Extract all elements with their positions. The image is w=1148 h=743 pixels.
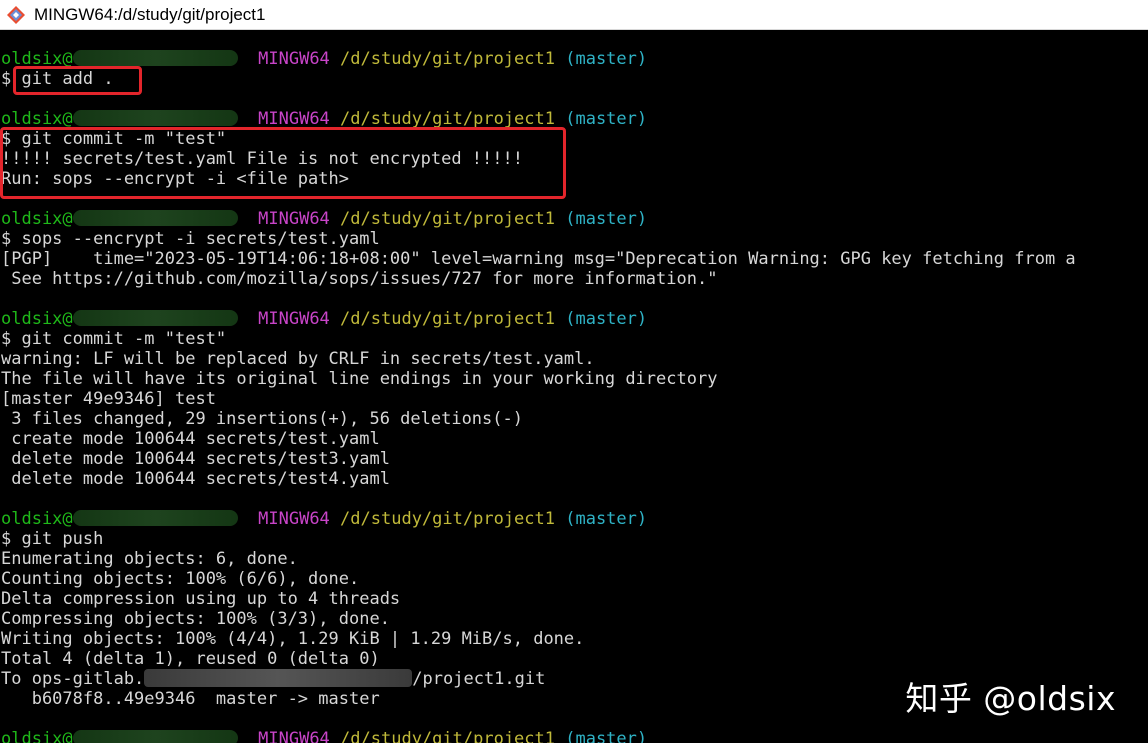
output-line: 3 files changed, 29 insertions(+), 56 de… [1, 409, 1147, 429]
output-line: [PGP] time="2023-05-19T14:06:18+08:00" l… [1, 249, 1147, 269]
highlight-box-git-add [13, 66, 142, 95]
output-text: Total 4 (delta 1), reused 0 (delta 0) [1, 649, 380, 669]
redacted-hostname [72, 730, 238, 743]
output-line: Delta compression using up to 4 threads [1, 589, 1147, 609]
prompt-shell: MINGW64 [258, 509, 330, 529]
output-text: [master 49e9346] test [1, 389, 216, 409]
output-text: [PGP] time="2023-05-19T14:06:18+08:00" l… [1, 249, 1076, 269]
output-text: delete mode 100644 secrets/test4.yaml [1, 469, 390, 489]
command-line: $ git add . [1, 69, 1147, 89]
prompt-line: oldsix@ MINGW64 /d/study/git/project1 (m… [1, 729, 1147, 743]
output-text: Enumerating objects: 6, done. [1, 549, 298, 569]
prompt-line: oldsix@ MINGW64 /d/study/git/project1 (m… [1, 49, 1147, 69]
prompt-branch: (master) [565, 729, 648, 743]
prompt-shell: MINGW64 [258, 49, 330, 69]
prompt-shell: MINGW64 [258, 729, 330, 743]
highlight-box-commit-error [0, 127, 566, 199]
output-text: Counting objects: 100% (6/6), done. [1, 569, 360, 589]
output-text: Writing objects: 100% (4/4), 1.29 KiB | … [1, 629, 585, 649]
redacted-hostname [72, 50, 238, 66]
prompt-branch: (master) [565, 109, 648, 129]
prompt-user: oldsix@ [1, 109, 73, 129]
command-line: $ git commit -m "test" [1, 329, 1147, 349]
prompt-line: oldsix@ MINGW64 /d/study/git/project1 (m… [1, 109, 1147, 129]
prompt-path: /d/study/git/project1 [340, 109, 555, 129]
prompt-branch: (master) [565, 309, 648, 329]
command-text: $ git push [1, 529, 104, 549]
output-line: Compressing objects: 100% (3/3), done. [1, 609, 1147, 629]
output-line: The file will have its original line end… [1, 369, 1147, 389]
prompt-user: oldsix@ [1, 729, 73, 743]
redacted-hostname [72, 210, 238, 226]
prompt-path: /d/study/git/project1 [340, 729, 555, 743]
git-bash-icon [7, 5, 25, 24]
prompt-path: /d/study/git/project1 [340, 309, 555, 329]
command-line: $ git push [1, 529, 1147, 549]
prompt-user: oldsix@ [1, 209, 73, 229]
prompt-branch: (master) [565, 49, 648, 69]
output-text: create mode 100644 secrets/test.yaml [1, 429, 380, 449]
prompt-line: oldsix@ MINGW64 /d/study/git/project1 (m… [1, 209, 1147, 229]
output-line: create mode 100644 secrets/test.yaml [1, 429, 1147, 449]
prompt-path: /d/study/git/project1 [340, 209, 555, 229]
output-line: warning: LF will be replaced by CRLF in … [1, 349, 1147, 369]
prompt-branch: (master) [565, 509, 648, 529]
prompt-user: oldsix@ [1, 509, 73, 529]
output-line: Enumerating objects: 6, done. [1, 549, 1147, 569]
output-text: Compressing objects: 100% (3/3), done. [1, 609, 390, 629]
command-text: $ git commit -m "test" [1, 329, 227, 349]
redacted-hostname [72, 510, 238, 526]
redacted-hostname [72, 310, 238, 326]
prompt-shell: MINGW64 [258, 309, 330, 329]
output-line: Total 4 (delta 1), reused 0 (delta 0) [1, 649, 1147, 669]
watermark: 知乎 @oldsix [905, 679, 1116, 718]
command-line: $ sops --encrypt -i secrets/test.yaml [1, 229, 1147, 249]
window-titlebar: MINGW64:/d/study/git/project1 [0, 0, 1148, 30]
redacted-remote-host [144, 669, 413, 687]
remote-prefix: To ops-gitlab. [1, 669, 145, 689]
output-line: Writing objects: 100% (4/4), 1.29 KiB | … [1, 629, 1147, 649]
remote-suffix: /project1.git [412, 669, 546, 689]
prompt-branch: (master) [565, 209, 648, 229]
output-text: 3 files changed, 29 insertions(+), 56 de… [1, 409, 523, 429]
redacted-hostname [72, 110, 238, 126]
prompt-user: oldsix@ [1, 309, 73, 329]
prompt-line: oldsix@ MINGW64 /d/study/git/project1 (m… [1, 509, 1147, 529]
prompt-path: /d/study/git/project1 [340, 49, 555, 69]
output-text: warning: LF will be replaced by CRLF in … [1, 349, 595, 369]
output-text: The file will have its original line end… [1, 369, 718, 389]
output-line: delete mode 100644 secrets/test3.yaml [1, 449, 1147, 469]
push-result: b6078f8..49e9346 master -> master [1, 689, 380, 709]
output-line: delete mode 100644 secrets/test4.yaml [1, 469, 1147, 489]
output-line: Counting objects: 100% (6/6), done. [1, 569, 1147, 589]
command-text: $ sops --encrypt -i secrets/test.yaml [1, 229, 380, 249]
prompt-line: oldsix@ MINGW64 /d/study/git/project1 (m… [1, 309, 1147, 329]
prompt-path: /d/study/git/project1 [340, 509, 555, 529]
prompt-shell: MINGW64 [258, 109, 330, 129]
window-title: MINGW64:/d/study/git/project1 [34, 4, 266, 24]
prompt-shell: MINGW64 [258, 209, 330, 229]
output-text: delete mode 100644 secrets/test3.yaml [1, 449, 390, 469]
output-text: See https://github.com/mozilla/sops/issu… [1, 269, 718, 289]
output-line: [master 49e9346] test [1, 389, 1147, 409]
output-text: Delta compression using up to 4 threads [1, 589, 401, 609]
output-line: See https://github.com/mozilla/sops/issu… [1, 269, 1147, 289]
